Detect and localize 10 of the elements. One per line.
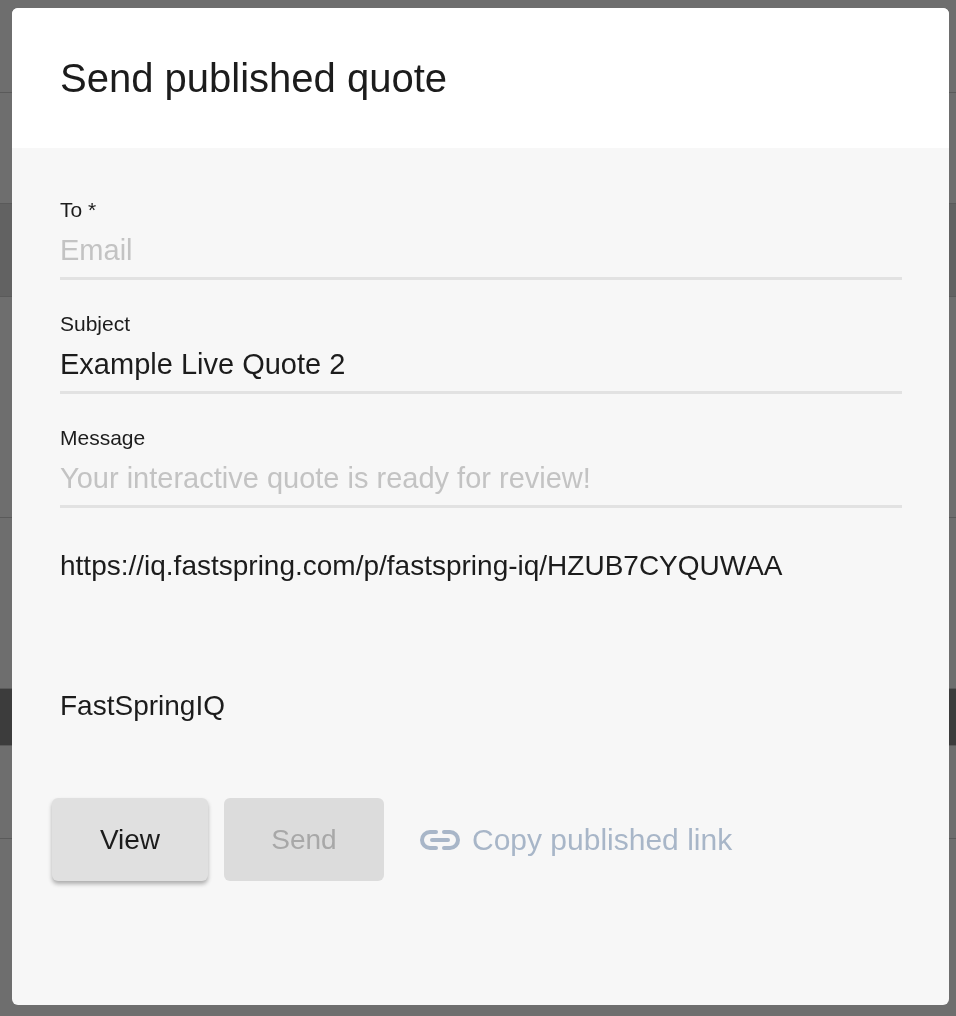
field-label: To * xyxy=(60,198,98,222)
link-icon xyxy=(420,828,460,851)
field-label: Subject xyxy=(60,312,132,336)
copy-link-label: Copy published link xyxy=(472,822,733,857)
field-label: Message xyxy=(60,426,147,450)
input-field[interactable]: Example Live Quote 2 xyxy=(60,344,902,394)
signature-text: FastSpringIQ xyxy=(60,690,226,722)
dialog-title: Send published quote xyxy=(60,55,447,101)
action-button[interactable]: View xyxy=(52,798,208,881)
quote-link-text: https://iq.fastspring.com/p/fastspring-iq/HZUB7CYQUWAA xyxy=(60,550,784,582)
